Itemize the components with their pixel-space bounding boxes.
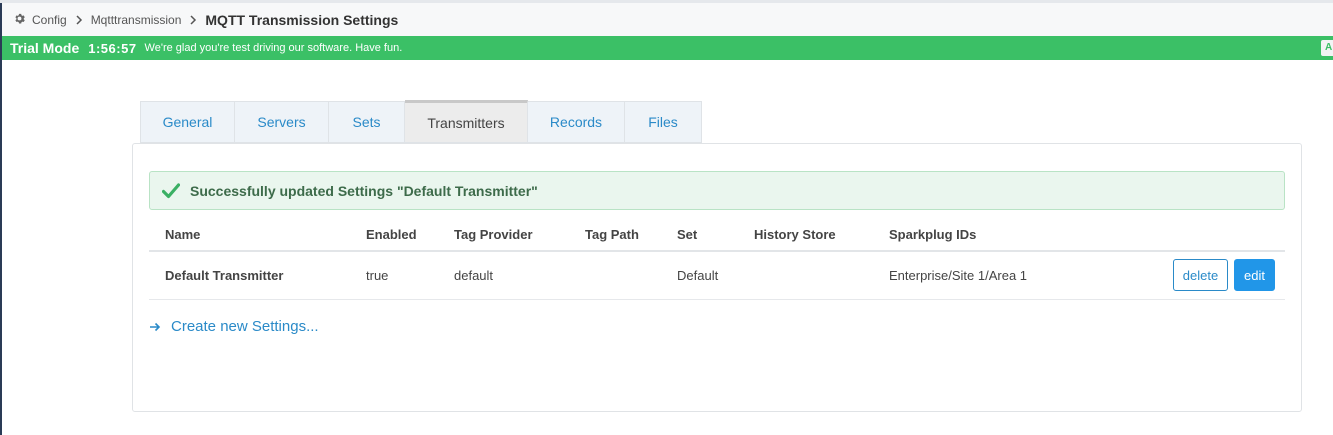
trial-banner: Trial Mode 1:56:57 We're glad you're tes… [2,36,1333,60]
check-icon [162,182,180,199]
row-sparkplug-ids: Enterprise/Site 1/Area 1 [889,268,1028,283]
tab-files[interactable]: Files [625,101,702,143]
tab-servers[interactable]: Servers [235,101,329,143]
breadcrumb-mqtttransmission[interactable]: Mqtttransmission [91,13,182,27]
arrow-right-icon [149,321,161,333]
chevron-right-icon [189,14,197,25]
header-tag-provider[interactable]: Tag Provider [454,227,533,242]
tab-transmitters[interactable]: Transmitters [405,100,528,143]
activate-button[interactable]: A [1321,40,1333,56]
left-edge [0,0,2,435]
trial-message: We're glad you're test driving our softw… [144,42,403,54]
table-header: Name Enabled Tag Provider Tag Path Set H… [149,220,1285,252]
create-new-label: Create new Settings... [171,318,319,335]
page-title: MQTT Transmission Settings [205,11,399,28]
header-name[interactable]: Name [165,227,200,242]
header-tag-path[interactable]: Tag Path [585,227,639,242]
row-tag-provider: default [454,268,494,283]
edit-button[interactable]: edit [1234,259,1275,291]
trial-mode-label: Trial Mode [10,40,80,56]
row-name: Default Transmitter [165,268,284,283]
success-alert: Successfully updated Settings "Default T… [149,171,1285,210]
chevron-right-icon [75,14,83,25]
breadcrumb: Config Mqtttransmission MQTT Transmissio… [2,3,1333,37]
header-sparkplug-ids[interactable]: Sparkplug IDs [889,227,976,242]
tab-records[interactable]: Records [528,101,625,143]
delete-button[interactable]: delete [1173,259,1228,291]
alert-message: Successfully updated Settings "Default T… [190,182,538,199]
header-set[interactable]: Set [677,227,697,242]
create-new-link[interactable]: Create new Settings... [149,318,319,335]
tab-sets[interactable]: Sets [329,101,405,143]
header-enabled[interactable]: Enabled [366,227,417,242]
header-history-store[interactable]: History Store [754,227,836,242]
table-row: Default Transmitter true default Default… [149,251,1285,300]
trial-timer: 1:56:57 [88,40,137,56]
row-enabled: true [366,268,389,283]
row-set: Default [677,268,719,283]
gear-icon [14,13,27,26]
tab-general[interactable]: General [140,101,235,143]
settings-tabs: General Servers Sets Transmitters Record… [140,100,702,143]
breadcrumb-config[interactable]: Config [32,13,67,27]
